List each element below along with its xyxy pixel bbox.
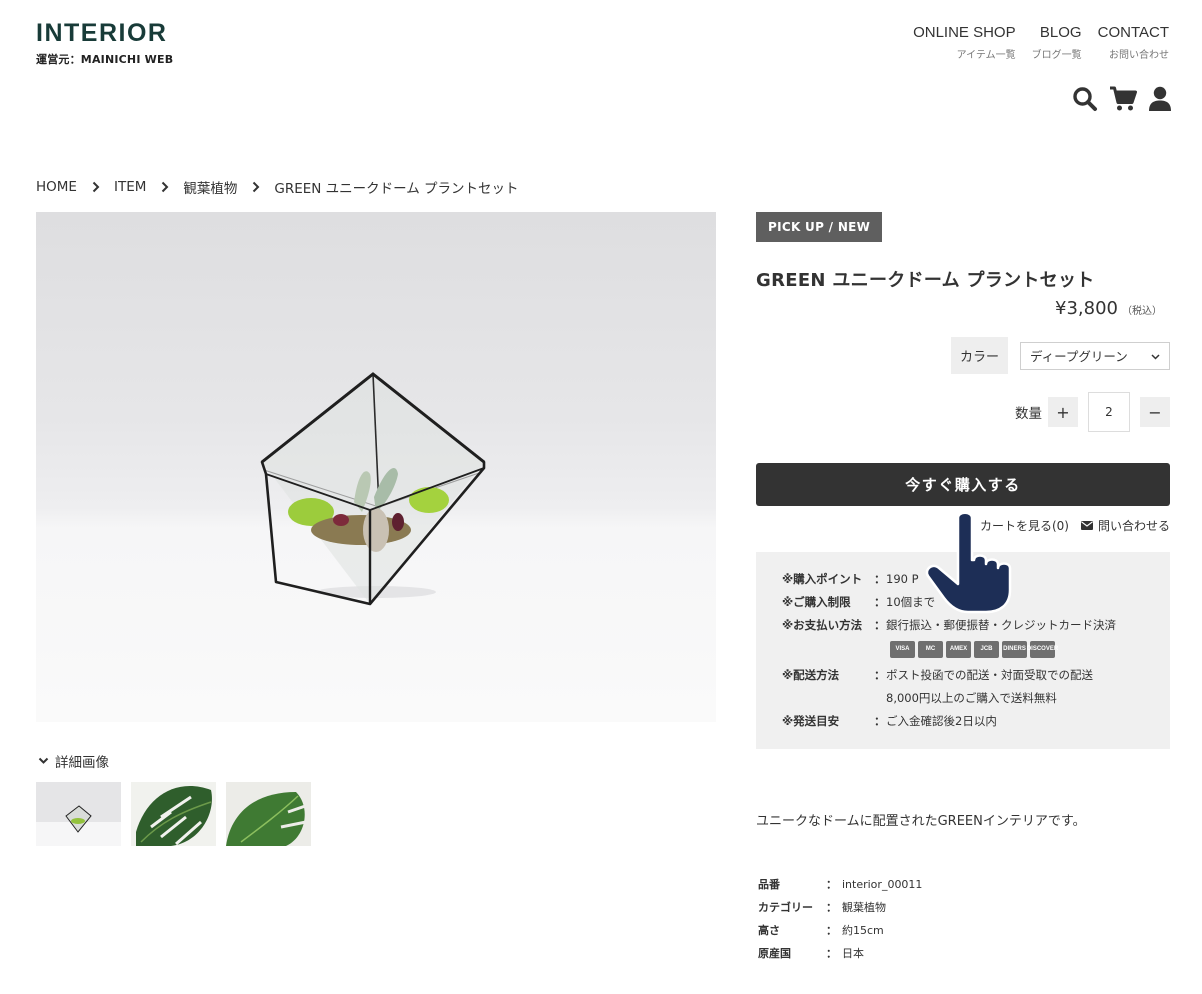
info-payment-value-group: 銀行振込・郵便振替・クレジットカード決済 VISA MC AMEX JCB DI… <box>886 618 1116 660</box>
product-description: ユニークなドームに配置されたGREENインテリアです。 <box>756 814 1086 829</box>
detail-images-label: 詳細画像 <box>55 755 109 771</box>
spec-row: 高さ ： 約15cm <box>758 923 922 938</box>
info-colon: ： <box>874 618 886 632</box>
spec-colon: ： <box>826 878 837 891</box>
info-colon: ： <box>874 714 886 728</box>
price-row: ¥3,800 （税込） <box>756 298 1170 319</box>
nav-blog-label: BLOG <box>1039 24 1082 41</box>
detail-images-toggle[interactable]: 詳細画像 <box>38 751 109 771</box>
breadcrumb: HOME ITEM 観葉植物 GREEN ユニークドーム プラントセット <box>36 177 519 197</box>
chevron-down-icon <box>38 753 49 769</box>
spec-key: 原産国 <box>758 947 791 960</box>
nav-online-shop[interactable]: ONLINE SHOP アイテム一覧 <box>913 24 1016 61</box>
info-points-key: ※購入ポイント <box>782 572 863 586</box>
visa-card-icon: VISA <box>890 641 915 658</box>
info-shipping-key: ※配送方法 <box>782 668 840 682</box>
thumbnail-monstera-2[interactable] <box>226 782 311 846</box>
color-row: カラー ディープグリーン <box>756 337 1170 374</box>
user-icon[interactable] <box>1148 86 1172 112</box>
spec-value: 日本 <box>842 947 864 960</box>
info-points-value: 190 P <box>886 572 919 586</box>
logo-subtitle: 運営元：MAINICHI WEB <box>36 53 174 66</box>
site-logo[interactable]: INTERIOR 運営元：MAINICHI WEB <box>36 20 173 67</box>
thumbnail-monstera-1[interactable] <box>131 782 216 846</box>
quantity-row: 数量 + 2 − <box>756 392 1170 432</box>
tax-note: （税込） <box>1122 306 1162 317</box>
color-select-value: ディープグリーン <box>1030 349 1128 364</box>
chevron-down-icon <box>1151 348 1160 363</box>
search-icon[interactable] <box>1072 86 1098 112</box>
nav-blog[interactable]: BLOG ブログ一覧 <box>1032 24 1082 61</box>
thumbnail-list <box>36 782 311 846</box>
breadcrumb-current: GREEN ユニークドーム プラントセット <box>274 181 519 197</box>
info-shipping-value-group: ポスト投函での配送・対面受取での配送 8,000円以上のご購入で送料無料 <box>886 668 1093 706</box>
spec-row: 品番 ： interior_00011 <box>758 877 922 892</box>
spec-colon: ： <box>826 901 837 914</box>
info-colon: ： <box>874 572 886 586</box>
info-eta-value: ご入金確認後2日以内 <box>886 714 997 728</box>
breadcrumb-item[interactable]: ITEM <box>114 179 146 195</box>
quantity-plus-button[interactable]: + <box>1048 397 1078 427</box>
breadcrumb-category[interactable]: 観葉植物 <box>183 177 237 197</box>
info-eta-key: ※発送目安 <box>782 714 840 728</box>
color-select[interactable]: ディープグリーン <box>1020 341 1170 370</box>
jcb-card-icon: JCB <box>974 641 999 658</box>
info-shipping-value-1: ポスト投函での配送・対面受取での配送 <box>886 668 1093 682</box>
spec-colon: ： <box>826 947 837 960</box>
spec-value: 観葉植物 <box>842 901 886 914</box>
spec-value: interior_00011 <box>842 878 923 891</box>
nav-online-shop-sub: アイテム一覧 <box>956 50 1016 61</box>
info-colon: ： <box>874 595 886 609</box>
nav-blog-sub: ブログ一覧 <box>1031 50 1082 61</box>
inquiry-label: 問い合わせる <box>1097 519 1170 533</box>
pointing-hand-cursor-icon <box>922 510 1018 624</box>
spec-key: カテゴリー <box>758 901 813 914</box>
info-limit-key: ※ご購入制限 <box>782 595 851 609</box>
info-eta: ※発送目安 ： ご入金確認後2日以内 <box>782 714 1170 729</box>
spec-key: 高さ <box>758 924 780 937</box>
info-payment: ※お支払い方法 ： 銀行振込・郵便振替・クレジットカード決済 VISA MC A… <box>782 618 1170 660</box>
info-shipping: ※配送方法 ： ポスト投函での配送・対面受取での配送 8,000円以上のご購入で… <box>782 668 1170 706</box>
inquiry-link[interactable]: 問い合わせる <box>1080 517 1170 534</box>
nav-contact-sub: お問い合わせ <box>1109 50 1169 61</box>
quantity-input[interactable]: 2 <box>1088 392 1130 432</box>
chevron-right-icon <box>252 181 260 193</box>
cart-icon[interactable] <box>1109 86 1137 112</box>
product-info: PICK UP / NEW GREEN ユニークドーム プラントセット ¥3,8… <box>756 212 1170 749</box>
main-product-image <box>36 212 716 722</box>
nav-contact-label: CONTACT <box>1097 24 1169 41</box>
spec-key: 品番 <box>758 878 780 891</box>
quantity-label: 数量 <box>1015 406 1042 422</box>
spec-colon: ： <box>826 924 837 937</box>
product-badge: PICK UP / NEW <box>756 212 883 242</box>
spec-row: カテゴリー ： 観葉植物 <box>758 900 922 915</box>
discover-card-icon: DISCOVER <box>1027 641 1058 658</box>
product-price: ¥3,800 <box>1055 298 1118 319</box>
quantity-minus-button[interactable]: − <box>1140 397 1170 427</box>
nav-contact[interactable]: CONTACT お問い合わせ <box>1098 24 1169 61</box>
logo-title: INTERIOR <box>36 19 168 47</box>
spec-row: 原産国 ： 日本 <box>758 946 922 961</box>
info-shipping-value-2: 8,000円以上のご購入で送料無料 <box>886 691 1057 705</box>
diners-card-icon: DINERS <box>1002 641 1027 658</box>
buy-now-button[interactable]: 今すぐ購入する <box>756 463 1170 506</box>
envelope-icon <box>1080 519 1093 533</box>
breadcrumb-home[interactable]: HOME <box>36 179 77 195</box>
mastercard-icon: MC <box>918 641 943 658</box>
product-title: GREEN ユニークドーム プラントセット <box>756 270 1095 291</box>
spec-value: 約15cm <box>842 924 884 937</box>
chevron-right-icon <box>92 181 100 193</box>
spec-table: 品番 ： interior_00011 カテゴリー ： 観葉植物 高さ ： 約1… <box>758 877 922 969</box>
global-nav: ONLINE SHOP アイテム一覧 BLOG ブログ一覧 CONTACT お問… <box>913 24 1169 61</box>
thumbnail-terrarium[interactable] <box>36 782 121 846</box>
color-label: カラー <box>950 337 1008 374</box>
nav-online-shop-label: ONLINE SHOP <box>913 24 1016 41</box>
header-icons <box>1072 86 1172 112</box>
amex-card-icon: AMEX <box>946 641 971 658</box>
card-logos: VISA MC AMEX JCB DINERS DISCOVER <box>890 641 1116 658</box>
info-colon: ： <box>874 668 886 682</box>
chevron-right-icon <box>161 181 169 193</box>
info-payment-key: ※お支払い方法 <box>782 618 863 632</box>
